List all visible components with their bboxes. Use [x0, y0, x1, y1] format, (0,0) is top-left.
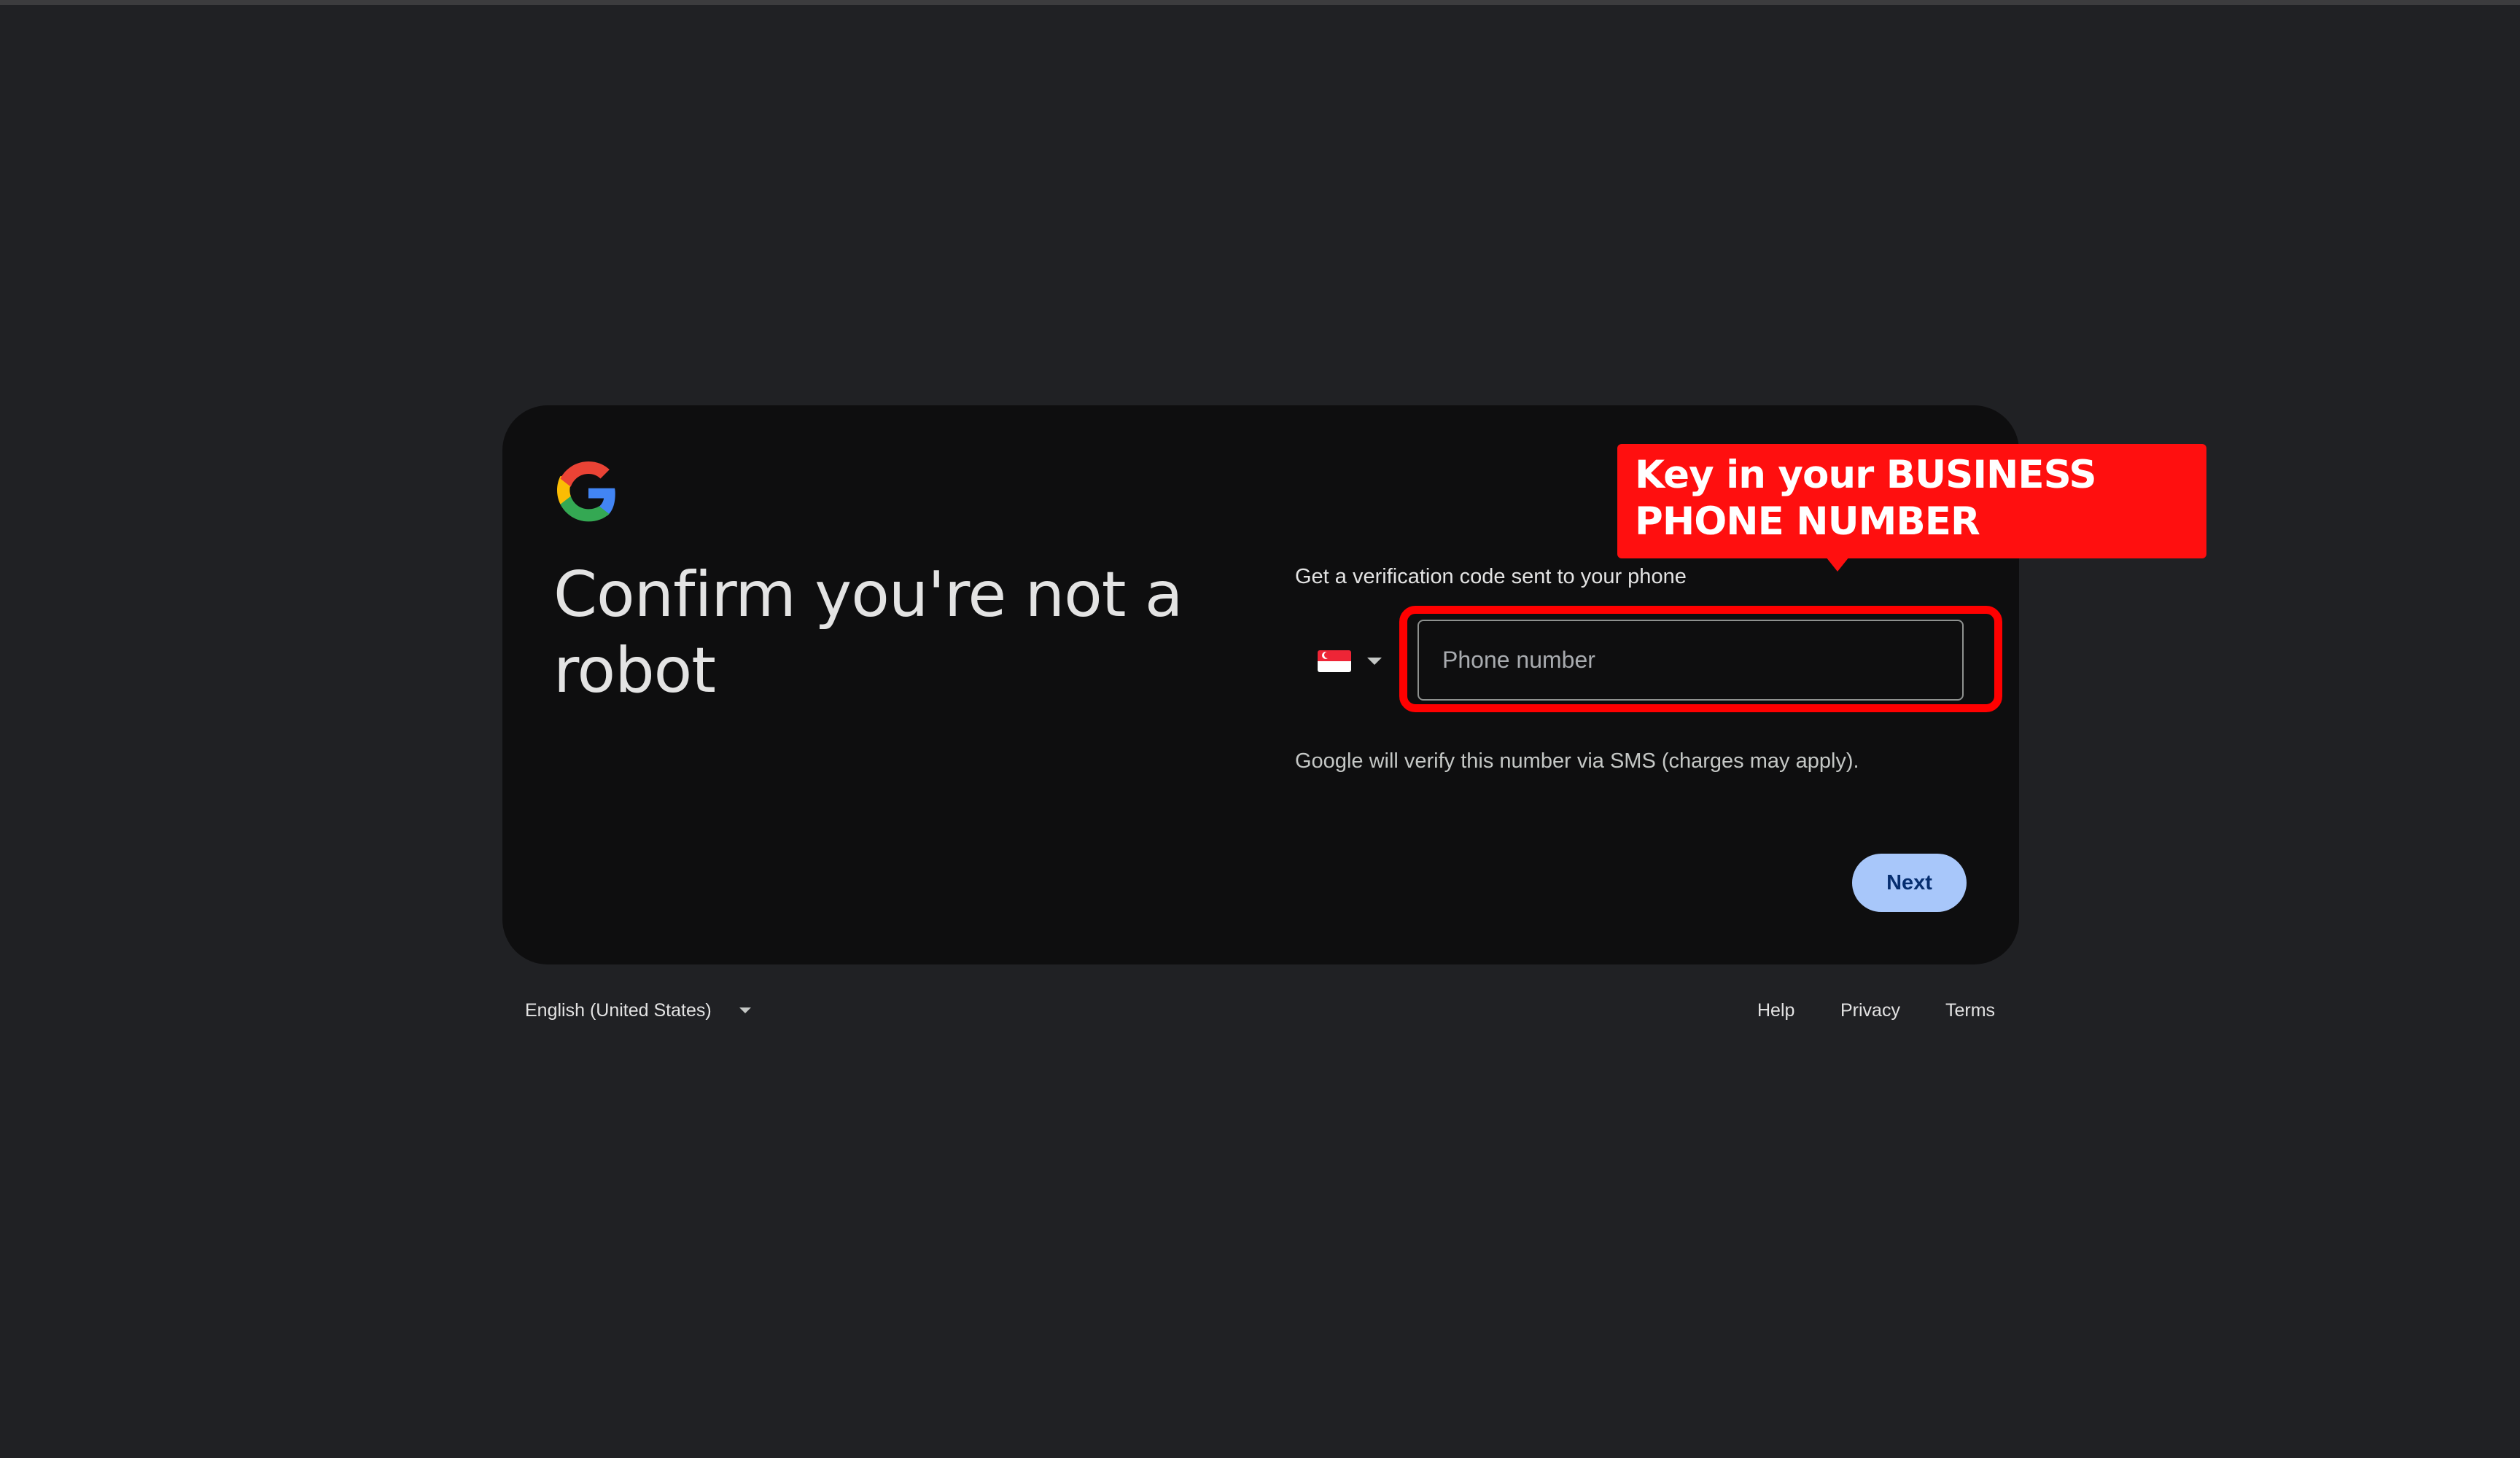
annotation-callout-pointer [1826, 557, 1849, 572]
language-selector[interactable]: English (United States) [525, 996, 751, 1025]
sms-charges-note: Google will verify this number via SMS (… [1295, 749, 1859, 773]
verification-instructions: Get a verification code sent to your pho… [1295, 565, 1687, 588]
page-title: Confirm you're not a robot [553, 558, 1183, 707]
chevron-down-icon [739, 1007, 751, 1013]
help-link[interactable]: Help [1757, 996, 1794, 1025]
country-code-selector[interactable] [1305, 634, 1397, 688]
window-top-border [0, 0, 2520, 5]
terms-link[interactable]: Terms [1945, 996, 1995, 1025]
google-logo-icon [557, 461, 615, 522]
privacy-link[interactable]: Privacy [1840, 996, 1900, 1025]
phone-number-input[interactable] [1418, 620, 1964, 701]
chevron-down-icon [1367, 658, 1382, 665]
annotation-callout: Key in your BUSINESS PHONE NUMBER [1617, 444, 2206, 558]
singapore-flag-icon [1318, 650, 1351, 672]
language-label: English (United States) [525, 999, 712, 1021]
next-button[interactable]: Next [1852, 854, 1967, 912]
